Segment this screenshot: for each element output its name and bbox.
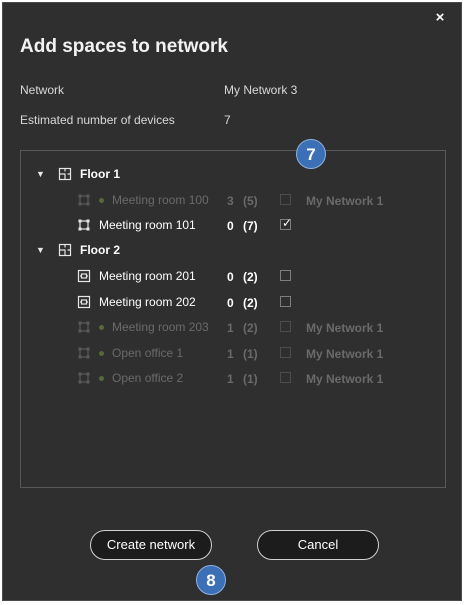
expand-caret-icon[interactable]: ▼ [36, 169, 46, 179]
floor-label: Floor 2 [80, 243, 121, 257]
assigned-status-dot [99, 197, 104, 203]
dialog-title: Add spaces to network [20, 36, 228, 57]
room-checkbox[interactable] [280, 270, 291, 281]
tree-floor-2[interactable]: ▼ Floor 2 [36, 240, 120, 260]
assigned-status-dot [99, 375, 104, 381]
device-total: (2) [243, 270, 258, 284]
floor-plan-icon [58, 243, 72, 257]
assigned-status-dot [99, 350, 104, 356]
device-count: 3 [227, 194, 234, 208]
meeting-table-icon [77, 269, 91, 283]
tree-room-row: Meeting room 100 [77, 190, 209, 210]
room-checkbox[interactable]: ✓ [280, 216, 293, 230]
expand-caret-icon[interactable]: ▼ [36, 245, 46, 255]
room-corners-icon [78, 321, 90, 333]
device-count: 0 [227, 296, 234, 310]
floor-plan-icon [58, 167, 72, 181]
assigned-network-label: My Network 1 [306, 194, 384, 208]
device-total: (1) [243, 347, 258, 361]
room-corners-icon [78, 372, 90, 384]
assigned-network-label: My Network 1 [306, 372, 384, 386]
tree-room-row[interactable]: Meeting room 201 [77, 266, 196, 286]
tree-floor-1[interactable]: ▼ Floor 1 [36, 164, 120, 184]
devices-label: Estimated number of devices [20, 113, 175, 127]
device-total: (2) [243, 321, 258, 335]
floor-label: Floor 1 [80, 167, 121, 181]
room-checkbox [280, 321, 291, 332]
device-count: 1 [227, 372, 234, 386]
room-checkbox[interactable] [280, 296, 291, 307]
meeting-table-icon [77, 295, 91, 309]
network-value: My Network 3 [224, 83, 298, 97]
tree-room-row[interactable]: Meeting room 202 [77, 292, 196, 312]
step-badge-7: 7 [296, 139, 326, 169]
assigned-network-label: My Network 1 [306, 347, 384, 361]
room-corners-icon [78, 194, 90, 206]
checkmark-icon: ✓ [282, 216, 293, 230]
device-count: 0 [227, 219, 234, 233]
device-count: 1 [227, 347, 234, 361]
device-total: (5) [243, 194, 258, 208]
network-label: Network [20, 83, 65, 97]
room-checkbox [280, 372, 291, 383]
assigned-network-label: My Network 1 [306, 321, 384, 335]
add-spaces-dialog: × Add spaces to network Network My Netwo… [2, 2, 462, 601]
device-total: (2) [243, 296, 258, 310]
tree-room-row[interactable]: Meeting room 101 [77, 215, 196, 235]
close-icon[interactable]: × [433, 10, 447, 25]
cancel-button[interactable]: Cancel [257, 530, 379, 560]
assigned-status-dot [99, 324, 104, 330]
device-count: 0 [227, 270, 234, 284]
room-corners-icon [78, 219, 90, 231]
room-corners-icon [78, 347, 90, 359]
device-total: (7) [243, 219, 258, 233]
room-checkbox [280, 194, 291, 205]
device-count: 1 [227, 321, 234, 335]
devices-value: 7 [224, 113, 231, 127]
tree-room-row: Open office 2 [77, 368, 183, 388]
room-checkbox [280, 347, 291, 358]
tree-room-row: Meeting room 203 [77, 317, 209, 337]
tree-room-row: Open office 1 [77, 343, 183, 363]
step-badge-8: 8 [196, 565, 226, 595]
device-total: (1) [243, 372, 258, 386]
create-network-button[interactable]: Create network [90, 530, 212, 560]
